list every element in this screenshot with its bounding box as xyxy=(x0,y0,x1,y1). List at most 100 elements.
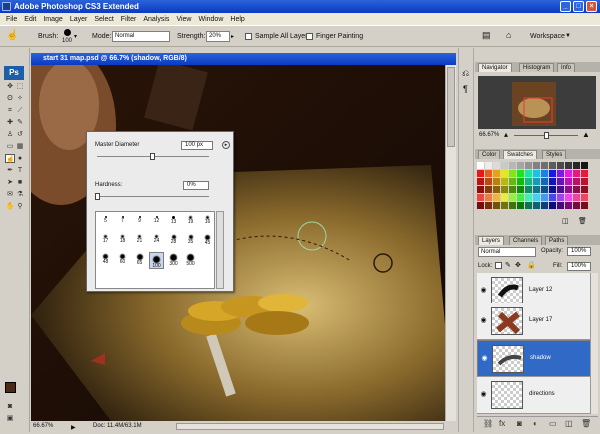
master-diameter-input[interactable]: 100 px xyxy=(181,141,213,150)
mode-select[interactable]: Normal xyxy=(112,31,170,42)
hardness-input[interactable]: 0% xyxy=(183,181,209,190)
swatch[interactable] xyxy=(517,162,524,169)
lock-transparency-icon[interactable] xyxy=(495,262,502,269)
layer-blend-mode-select[interactable]: Normal xyxy=(478,247,536,257)
layer-mask-icon[interactable]: ◙ xyxy=(517,419,522,428)
swatch[interactable] xyxy=(517,194,524,201)
workspace-button[interactable]: Workspace xyxy=(530,33,565,40)
swatch[interactable] xyxy=(557,178,564,185)
swatch[interactable] xyxy=(493,170,500,177)
swatch[interactable] xyxy=(565,162,572,169)
swatch[interactable] xyxy=(477,202,484,209)
swatch[interactable] xyxy=(525,202,532,209)
swatch[interactable] xyxy=(485,194,492,201)
strength-arrow-icon[interactable]: ▸ xyxy=(231,33,234,40)
swatch[interactable] xyxy=(549,162,556,169)
tab-info[interactable]: Info xyxy=(557,63,576,72)
navigator-zoom[interactable]: 66.67% xyxy=(479,132,499,138)
zoom-in-icon[interactable]: ▲ xyxy=(582,130,590,139)
layers-scrollbar[interactable] xyxy=(590,273,598,414)
swatch[interactable] xyxy=(557,202,564,209)
swatch[interactable] xyxy=(573,170,580,177)
swatch[interactable] xyxy=(525,162,532,169)
swatch[interactable] xyxy=(565,194,572,201)
healing-brush-tool-icon[interactable]: ✚ xyxy=(5,118,15,127)
swatch[interactable] xyxy=(533,170,540,177)
dodge-tool-icon[interactable]: ● xyxy=(15,154,25,163)
delete-swatch-icon[interactable]: 🗑 xyxy=(578,217,587,225)
swatch[interactable] xyxy=(557,170,564,177)
history-brush-tool-icon[interactable]: ↺ xyxy=(15,130,25,139)
swatch[interactable] xyxy=(477,178,484,185)
close-button[interactable]: × xyxy=(586,1,597,12)
swatch[interactable] xyxy=(509,162,516,169)
swatch[interactable] xyxy=(525,194,532,201)
workspace-arrow-icon[interactable]: ▼ xyxy=(565,33,571,39)
swatch[interactable] xyxy=(581,202,588,209)
new-swatch-icon[interactable]: ◫ xyxy=(562,217,569,225)
menu-file[interactable]: File xyxy=(6,16,17,23)
brushes-palette-icon[interactable]: ▤ xyxy=(482,30,491,41)
zoom-out-icon[interactable]: ▴ xyxy=(504,130,508,139)
menu-image[interactable]: Image xyxy=(43,16,62,23)
swatch[interactable] xyxy=(533,202,540,209)
swatch[interactable] xyxy=(573,178,580,185)
swatch[interactable] xyxy=(501,170,508,177)
hardness-slider-thumb[interactable] xyxy=(95,193,100,200)
brush-grid-scrollbar[interactable] xyxy=(216,211,224,289)
layer-name[interactable]: Layer 12 xyxy=(529,287,552,293)
brush-tool-icon[interactable]: ✎ xyxy=(15,118,25,127)
finger-painting-checkbox[interactable] xyxy=(306,33,313,40)
brush-preset[interactable]: 12 xyxy=(149,214,164,231)
swatch[interactable] xyxy=(541,202,548,209)
swatch[interactable] xyxy=(517,186,524,193)
swatch[interactable] xyxy=(541,170,548,177)
status-arrow-icon[interactable]: ▶ xyxy=(71,423,76,434)
navigator-zoom-thumb[interactable] xyxy=(544,132,549,139)
swatch[interactable] xyxy=(549,186,556,193)
swatch[interactable] xyxy=(581,178,588,185)
swatch[interactable] xyxy=(485,178,492,185)
lock-position-icon[interactable]: ✥ xyxy=(515,261,521,269)
hand-tool-icon[interactable]: ✋ xyxy=(5,202,15,211)
history-panel-icon[interactable]: ⎌ xyxy=(462,68,469,79)
layer-style-icon[interactable]: fx xyxy=(499,419,505,428)
swatch[interactable] xyxy=(493,162,500,169)
minimize-button[interactable]: _ xyxy=(560,1,571,12)
brush-preset[interactable]: 100 xyxy=(149,252,164,269)
swatch[interactable] xyxy=(549,202,556,209)
sample-all-layers-checkbox[interactable] xyxy=(245,33,252,40)
tab-paths[interactable]: Paths xyxy=(545,236,569,245)
menu-window[interactable]: Window xyxy=(198,16,223,23)
brush-preset[interactable]: 9 xyxy=(132,214,147,231)
swatch[interactable] xyxy=(477,170,484,177)
swatch[interactable] xyxy=(557,186,564,193)
tab-layers[interactable]: Layers xyxy=(478,236,505,245)
swatch[interactable] xyxy=(557,162,564,169)
swatch[interactable] xyxy=(501,178,508,185)
swatch[interactable] xyxy=(581,194,588,201)
brush-popup-menu-icon[interactable]: ▸ xyxy=(222,141,230,149)
swatch[interactable] xyxy=(549,194,556,201)
lasso-tool-icon[interactable]: ʘ xyxy=(5,94,15,103)
swatch[interactable] xyxy=(573,194,580,201)
marquee-tool-icon[interactable]: ⬚ xyxy=(15,82,25,91)
swatch[interactable] xyxy=(549,178,556,185)
layer-visibility-eye-icon[interactable]: ◉ xyxy=(479,316,488,325)
brush-preset[interactable]: 7 xyxy=(115,214,130,231)
layer-visibility-eye-icon[interactable]: ◉ xyxy=(479,390,488,399)
brush-preset[interactable]: 21 xyxy=(132,233,147,250)
magic-wand-tool-icon[interactable]: ✧ xyxy=(15,94,25,103)
layer-row[interactable]: ◉ directions xyxy=(477,377,597,414)
swatch[interactable] xyxy=(557,194,564,201)
brush-preset[interactable]: 45 xyxy=(200,233,215,250)
move-tool-icon[interactable]: ✥ xyxy=(5,82,15,91)
swatch[interactable] xyxy=(501,162,508,169)
swatch[interactable] xyxy=(509,194,516,201)
swatch[interactable] xyxy=(517,178,524,185)
brush-preset[interactable]: 60 xyxy=(115,252,130,269)
swatch[interactable] xyxy=(501,194,508,201)
canvas-scroll-thumb[interactable] xyxy=(447,67,455,147)
swatch[interactable] xyxy=(573,202,580,209)
eyedropper-tool-icon[interactable]: ⚗ xyxy=(15,190,25,199)
